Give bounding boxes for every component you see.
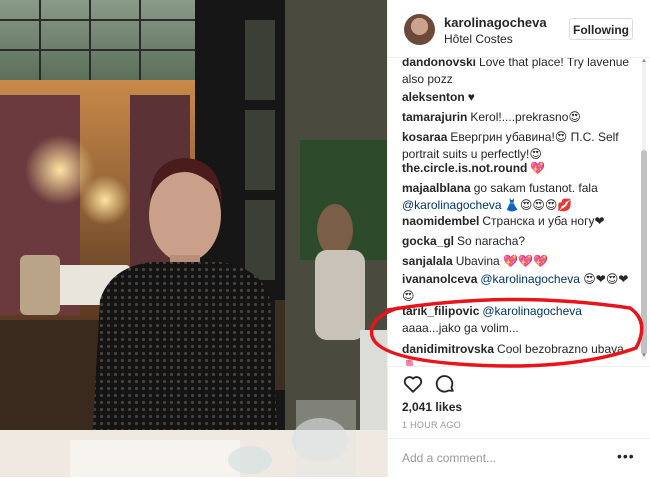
comments-list: dandonovski Love that place! Try lavenue … xyxy=(388,58,650,366)
comment-item: tarik_filipovic @karolinagocheva aaaa...j… xyxy=(402,303,638,337)
scrollbar-thumb[interactable] xyxy=(641,150,647,355)
comment-item: majaalblana go sakam fustanot. fala @karo… xyxy=(402,180,638,214)
comment-icon[interactable] xyxy=(434,373,456,395)
comment-text: Kerol!....prekrasno😍 xyxy=(470,110,581,124)
comment-text: aaaa...jako ga volim... xyxy=(402,321,519,335)
comment-username[interactable]: gocka_gl xyxy=(402,234,454,248)
scroll-up-icon[interactable]: ▲ xyxy=(641,58,647,64)
comment-text: 💖 xyxy=(530,161,546,175)
comment-item: tamarajurin Kerol!....prekrasno😍 xyxy=(402,109,638,126)
heart-icon[interactable] xyxy=(402,373,424,395)
post-photo xyxy=(0,0,387,477)
scroll-down-icon[interactable]: ▼ xyxy=(641,353,647,359)
avatar[interactable] xyxy=(404,14,435,45)
comment-username[interactable]: sanjalala xyxy=(402,254,453,268)
comment-item: ivananolceva @karolinagocheva 😍❤😍❤ 😍 xyxy=(402,271,638,305)
comment-username[interactable]: aleksenton xyxy=(402,90,465,104)
comment-item: kosaraa Евергрин убавина!😍 П.С. Self port… xyxy=(402,129,638,163)
photo-illustration xyxy=(0,0,387,477)
comment-text: Странска и уба ногу❤ xyxy=(482,214,605,228)
comment-username[interactable]: kosaraa xyxy=(402,130,447,144)
comment-username[interactable]: naomidembel xyxy=(402,214,479,228)
comment-text: 👗😍😍😍💋 xyxy=(501,198,573,212)
comment-text: ♥ xyxy=(467,90,475,104)
comments-scrollbar[interactable]: ▲ ▼ xyxy=(640,58,648,360)
comment-text: go sakam fustanot. fala xyxy=(473,181,598,195)
comment-mention[interactable]: @karolinagocheva xyxy=(402,198,502,212)
comment-item: dandonovski Love that place! Try lavenue … xyxy=(402,58,638,88)
post-side-panel: karolinagocheva Hôtel Costes Following d… xyxy=(387,0,650,477)
post-location[interactable]: Hôtel Costes xyxy=(444,32,513,46)
comment-username[interactable]: danidimitrovska xyxy=(402,342,494,356)
comment-username[interactable]: tarik_filipovic xyxy=(402,304,479,318)
post-header: karolinagocheva Hôtel Costes Following xyxy=(388,0,650,58)
comment-mention[interactable]: @karolinagocheva xyxy=(480,272,580,286)
comment-item: the.circle.is.not.round 💖 xyxy=(402,160,638,177)
post-timestamp[interactable]: 1 HOUR AGO xyxy=(402,420,461,430)
more-options-icon[interactable]: ••• xyxy=(617,448,635,464)
comment-item: gocka_gl So naracha? xyxy=(402,233,638,250)
comment-item: aleksenton ♥ xyxy=(402,89,638,106)
comment-item: naomidembel Странска и уба ногу❤ xyxy=(402,213,638,230)
comment-username[interactable]: majaalblana xyxy=(402,181,471,195)
comment-username[interactable]: tamarajurin xyxy=(402,110,467,124)
comment-username[interactable]: ivananolceva xyxy=(402,272,477,286)
comment-username[interactable]: the.circle.is.not.round xyxy=(402,161,527,175)
post-username[interactable]: karolinagocheva xyxy=(444,15,547,30)
comment-item: danidimitrovska Cool bezobrazno ubava 🌷 xyxy=(402,341,638,366)
comment-username[interactable]: dandonovski xyxy=(402,58,476,69)
post-actions: 2,041 likes 1 HOUR AGO ••• xyxy=(388,366,650,477)
comment-text: So naracha? xyxy=(457,234,526,248)
add-comment-input[interactable] xyxy=(402,449,602,467)
comment-item: sanjalala Ubavina 💖💖💖 xyxy=(402,253,638,270)
comment-text: Ubavina 💖💖💖 xyxy=(455,254,548,268)
following-button[interactable]: Following xyxy=(569,18,633,40)
comment-mention[interactable]: @karolinagocheva xyxy=(482,304,582,318)
likes-count[interactable]: 2,041 likes xyxy=(402,400,462,414)
add-comment-bar: ••• xyxy=(388,438,650,479)
